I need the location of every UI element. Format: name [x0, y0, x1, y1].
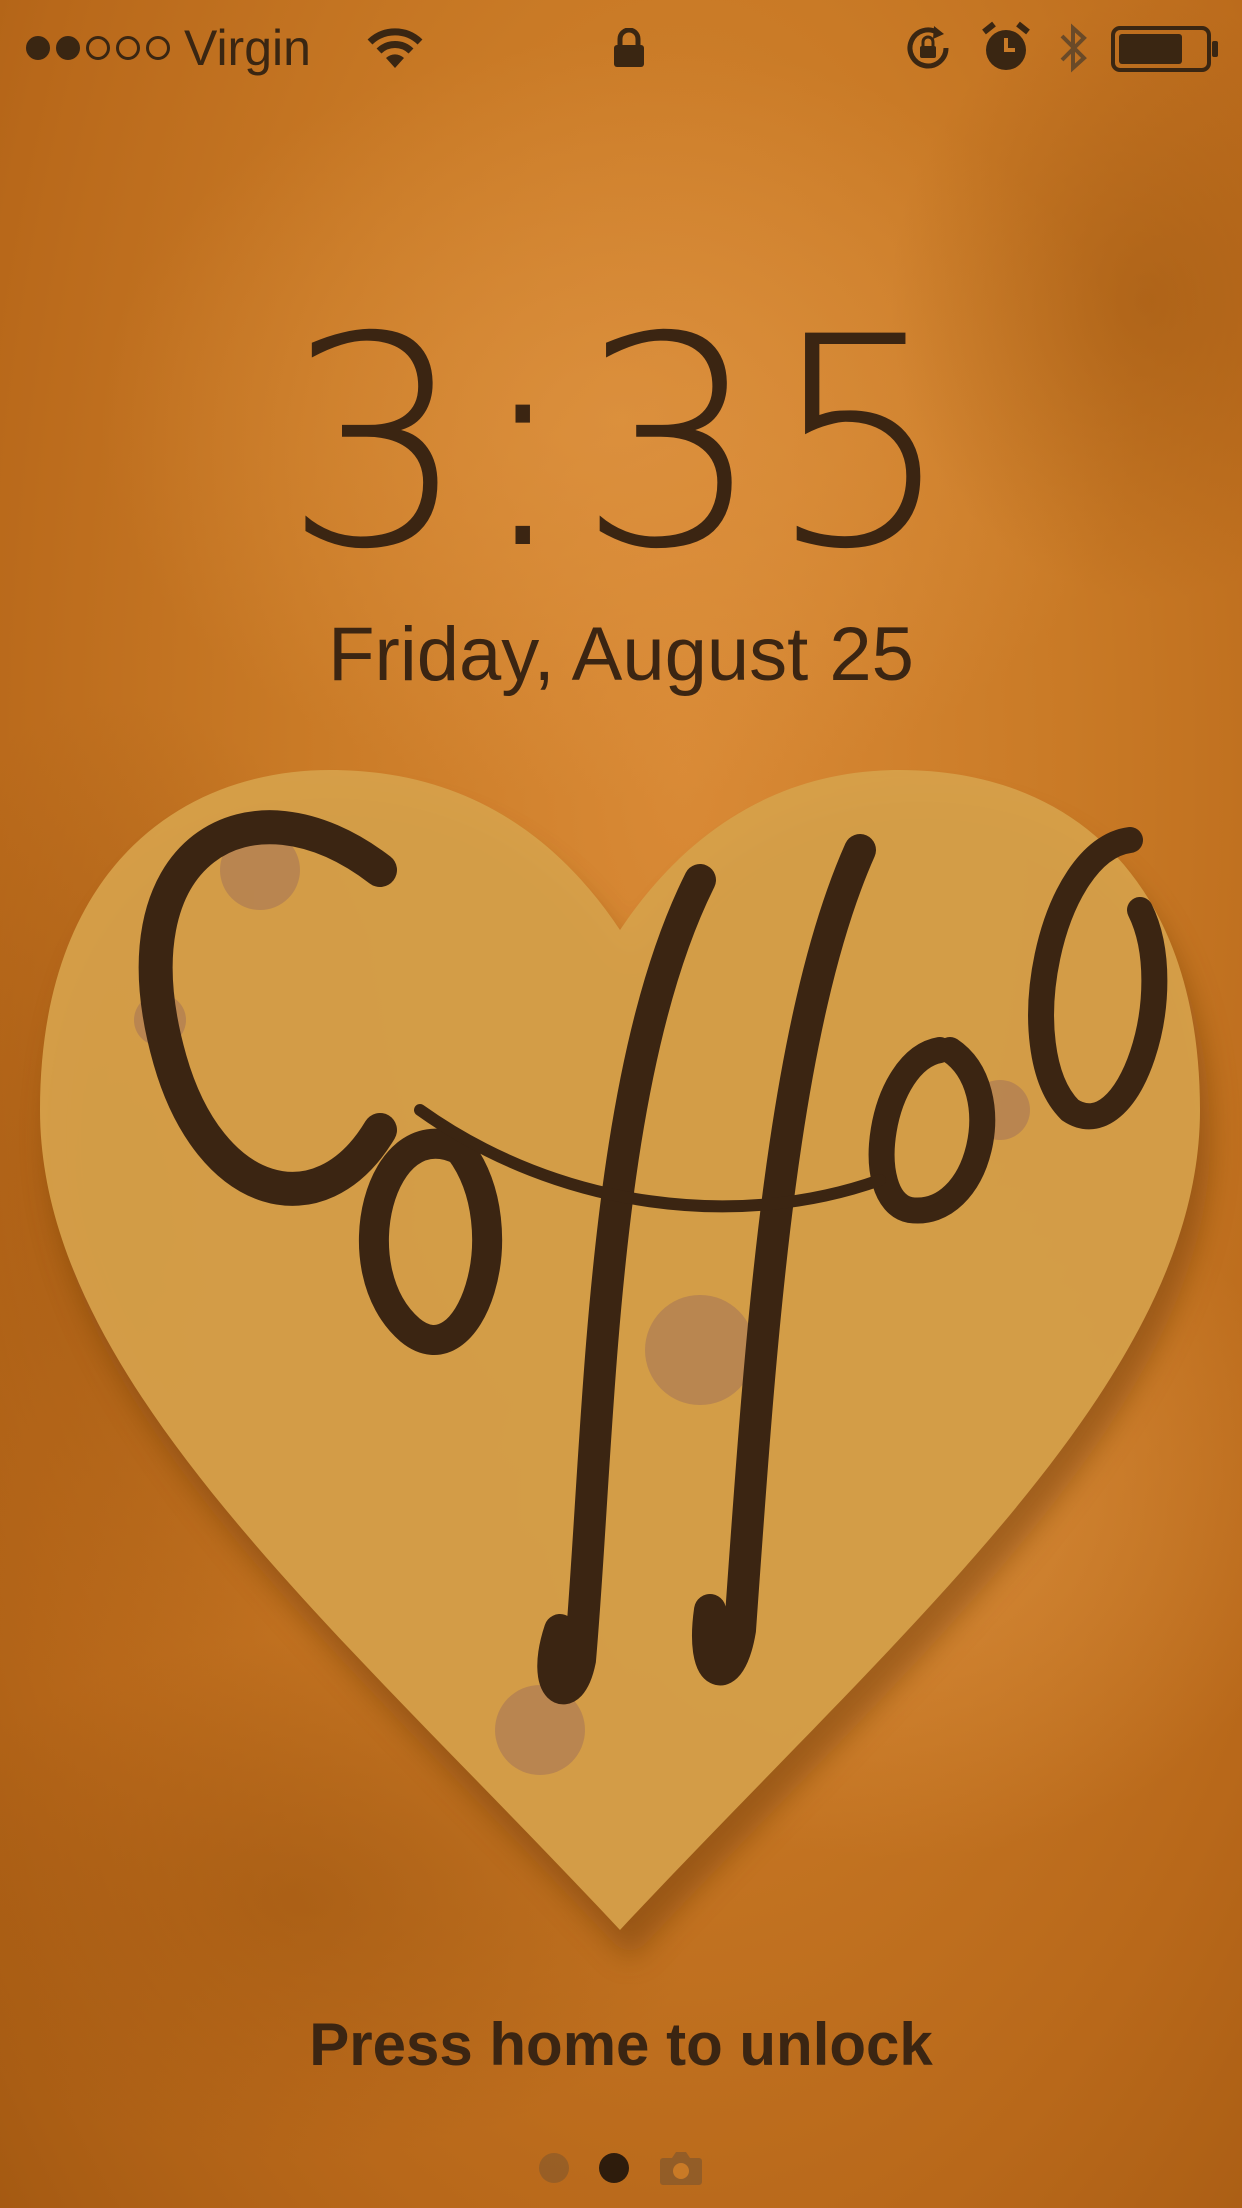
battery-icon — [1111, 26, 1218, 72]
alarm-icon — [982, 21, 1030, 70]
bluetooth-icon — [1060, 23, 1087, 73]
page-dot-active[interactable] — [599, 2153, 629, 2183]
lock-icon — [614, 28, 644, 67]
status-bar: Virgin — [0, 0, 1242, 100]
carrier-name: Virgin — [184, 20, 311, 76]
lock-screen-time: 3:35 — [283, 276, 959, 613]
page-dot[interactable] — [539, 2153, 569, 2183]
wifi-icon — [367, 28, 423, 68]
page-indicator[interactable] — [0, 2150, 1242, 2186]
camera-icon[interactable] — [659, 2150, 703, 2186]
rotation-lock-icon — [907, 26, 949, 69]
coffee-heart-artwork — [40, 770, 1210, 1960]
carrier-indicator: Virgin — [26, 18, 311, 78]
unlock-hint: Press home to unlock — [309, 2011, 933, 2078]
lock-screen-date: Friday, August 25 — [328, 612, 914, 697]
signal-strength-icon — [26, 36, 170, 60]
